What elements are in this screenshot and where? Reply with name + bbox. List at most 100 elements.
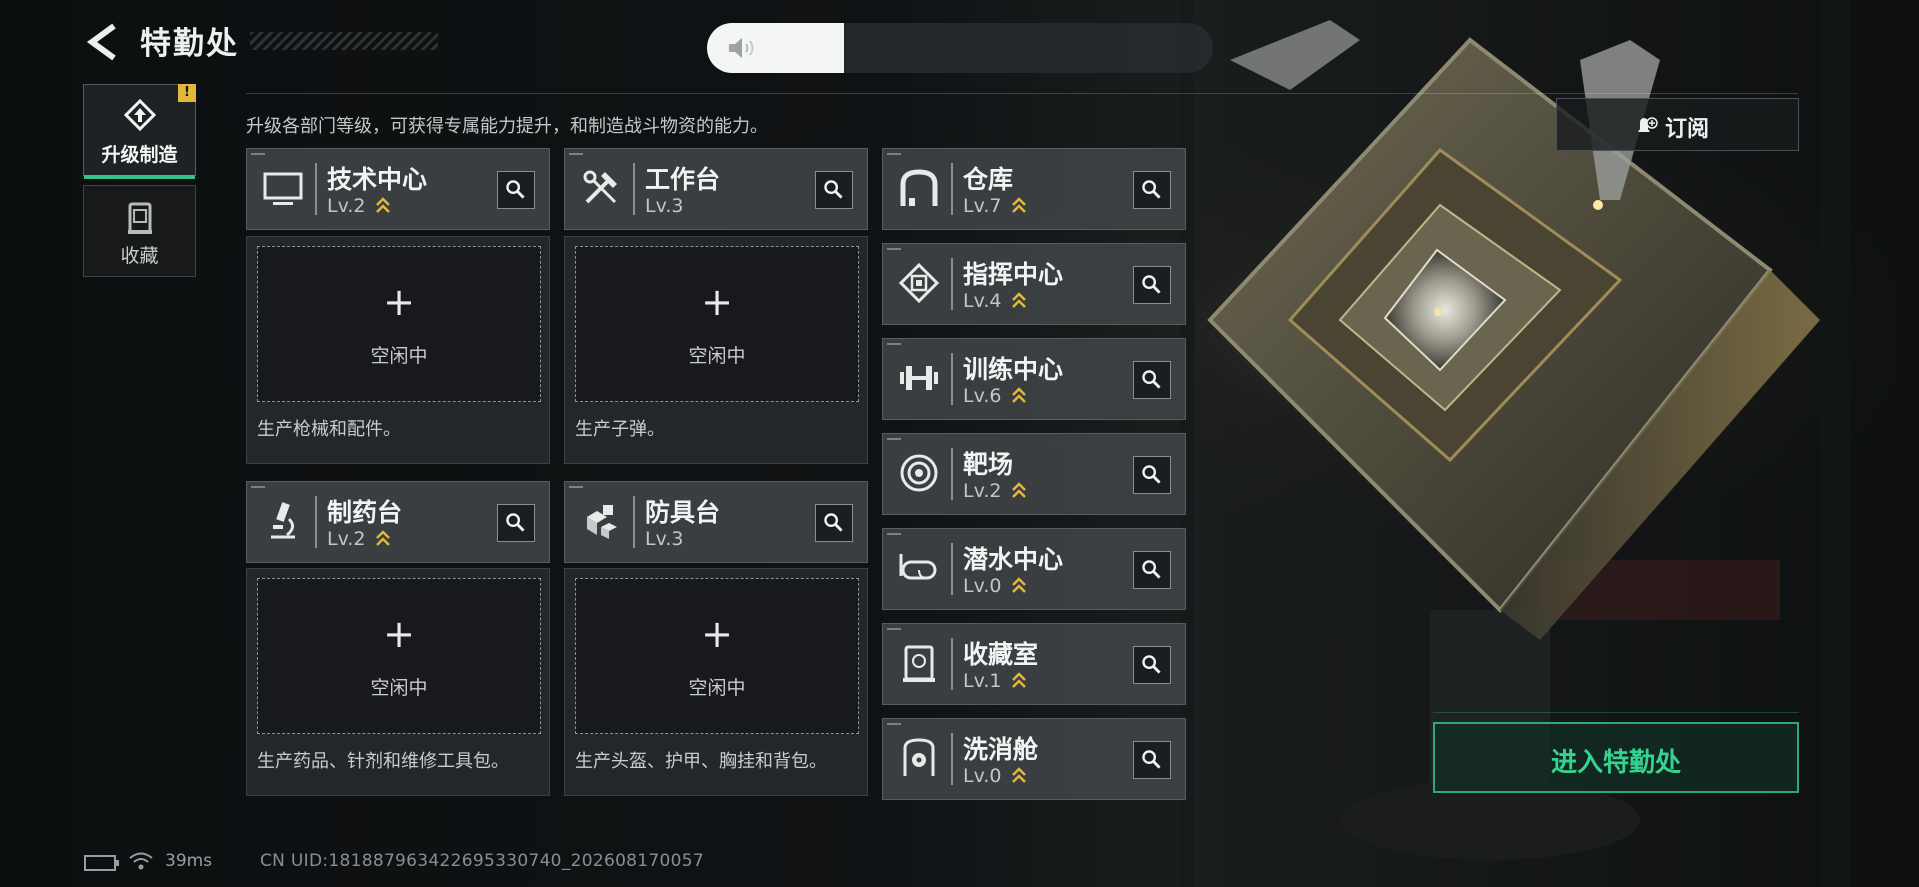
nav-collection[interactable]: 收藏 (83, 185, 196, 277)
facility-card-diving-center[interactable]: 潜水中心 Lv.0 (882, 528, 1186, 610)
facility-level: Lv.2 (963, 480, 1002, 502)
search-icon (506, 513, 525, 532)
empty-production-slot[interactable]: + 空闲中 (575, 578, 859, 734)
search-button[interactable] (497, 171, 535, 209)
search-icon (1142, 370, 1161, 389)
empty-production-slot[interactable]: + 空闲中 (575, 246, 859, 402)
card-corner-mark (887, 153, 901, 155)
production-panel-workbench: + 空闲中 生产子弹。 (564, 236, 868, 464)
facility-name: 潜水中心 (963, 545, 1064, 574)
facility-card-decon-chamber[interactable]: 洗消舱 Lv.0 (882, 718, 1186, 800)
back-arrow-icon[interactable] (84, 22, 124, 62)
wifi-icon (129, 852, 153, 870)
card-separator (315, 163, 317, 215)
search-button[interactable] (1133, 171, 1171, 209)
facility-name: 收藏室 (963, 640, 1039, 669)
facility-name: 防具台 (645, 498, 721, 527)
facility-card-collection-room[interactable]: 收藏室 Lv.1 (882, 623, 1186, 705)
card-corner-mark (887, 343, 901, 345)
card-corner-mark (887, 248, 901, 250)
slot-status: 空闲中 (688, 345, 746, 367)
search-button[interactable] (815, 171, 853, 209)
collection-icon (128, 202, 152, 234)
card-separator (951, 258, 953, 310)
dumbbell-icon (900, 366, 938, 390)
facility-card-training-center[interactable]: 训练中心 Lv.6 (882, 338, 1186, 420)
search-icon (824, 513, 843, 532)
card-separator (633, 163, 635, 215)
upgrade-available-icon (1012, 292, 1026, 308)
enter-special-ops-button[interactable]: 进入特勤处 (1433, 722, 1799, 793)
upgrade-craft-icon (123, 99, 157, 132)
search-button[interactable] (1133, 551, 1171, 589)
production-description: 生产子弹。 (575, 419, 665, 440)
speaker-icon (729, 38, 754, 58)
card-corner-mark (251, 486, 265, 488)
card-corner-mark (251, 153, 265, 155)
search-icon (1142, 560, 1161, 579)
network-latency: 39ms (165, 851, 213, 871)
subscribe-button[interactable]: 订阅 (1556, 98, 1799, 151)
microscope-icon (271, 502, 295, 539)
warehouse-icon (900, 169, 938, 206)
facility-level: Lv.0 (963, 765, 1002, 787)
enter-label: 进入特勤处 (1550, 748, 1681, 778)
empty-production-slot[interactable]: + 空闲中 (257, 578, 541, 734)
nav-upgrade-craft[interactable]: 升级制造 ! (83, 84, 196, 179)
section-description: 升级各部门等级，可获得专属能力提升，和制造战斗物资的能力。 (246, 116, 768, 137)
search-button[interactable] (815, 504, 853, 542)
facility-card-shooting-range[interactable]: 靶场 Lv.2 (882, 433, 1186, 515)
card-separator (951, 543, 953, 595)
card-separator (315, 496, 317, 548)
search-button[interactable] (1133, 456, 1171, 494)
facility-level: Lv.2 (327, 528, 366, 550)
production-description: 生产药品、针剂和维修工具包。 (257, 751, 509, 772)
search-icon (1142, 655, 1161, 674)
page-title: 特勤处 (140, 26, 239, 62)
upgrade-available-icon (1012, 387, 1026, 403)
active-indicator (84, 175, 195, 179)
add-icon: + (383, 280, 415, 324)
title-hatch-decoration (250, 32, 438, 50)
card-corner-mark (887, 438, 901, 440)
facility-name: 洗消舱 (963, 735, 1039, 764)
add-icon: + (701, 612, 733, 656)
facility-level: Lv.6 (963, 385, 1002, 407)
bell-plus-icon (1638, 117, 1658, 132)
facility-card-warehouse[interactable]: 仓库 Lv.7 (882, 148, 1186, 230)
facility-card-armor-bench[interactable]: 防具台 Lv.3 (564, 481, 868, 563)
search-icon (824, 180, 843, 199)
card-separator (951, 448, 953, 500)
nav-label: 收藏 (120, 245, 159, 267)
production-panel-pharmacy: + 空闲中 生产药品、针剂和维修工具包。 (246, 568, 550, 796)
upgrade-available-icon (1012, 767, 1026, 783)
card-corner-mark (887, 533, 901, 535)
empty-production-slot[interactable]: + 空闲中 (257, 246, 541, 402)
subscribe-label: 订阅 (1665, 117, 1710, 142)
header-divider (246, 93, 1798, 94)
search-button[interactable] (1133, 646, 1171, 684)
volume-slider[interactable] (707, 23, 1213, 73)
facility-card-workbench[interactable]: 工作台 Lv.3 (564, 148, 868, 230)
enter-divider (1433, 712, 1799, 713)
facility-card-pharmacy[interactable]: 制药台 Lv.2 (246, 481, 550, 563)
facility-card-tech-center[interactable]: 技术中心 Lv.2 (246, 148, 550, 230)
search-button[interactable] (497, 504, 535, 542)
search-icon (1142, 180, 1161, 199)
search-button[interactable] (1133, 741, 1171, 779)
chip-icon (898, 262, 940, 304)
search-button[interactable] (1133, 266, 1171, 304)
card-corner-mark (569, 486, 583, 488)
search-button[interactable] (1133, 361, 1171, 399)
card-separator (951, 638, 953, 690)
user-uid: CN UID:18188796342269533074​0_2026081700… (260, 851, 704, 871)
tools-icon (583, 170, 617, 204)
production-panel-tech-center: + 空闲中 生产枪械和配件。 (246, 236, 550, 464)
slot-status: 空闲中 (370, 345, 428, 367)
add-icon: + (383, 612, 415, 656)
facility-level: Lv.2 (327, 195, 366, 217)
nav-label: 升级制造 (101, 144, 178, 166)
diving-mask-icon (899, 554, 937, 580)
facility-card-command-center[interactable]: 指挥中心 Lv.4 (882, 243, 1186, 325)
facility-level: Lv.0 (963, 575, 1002, 597)
